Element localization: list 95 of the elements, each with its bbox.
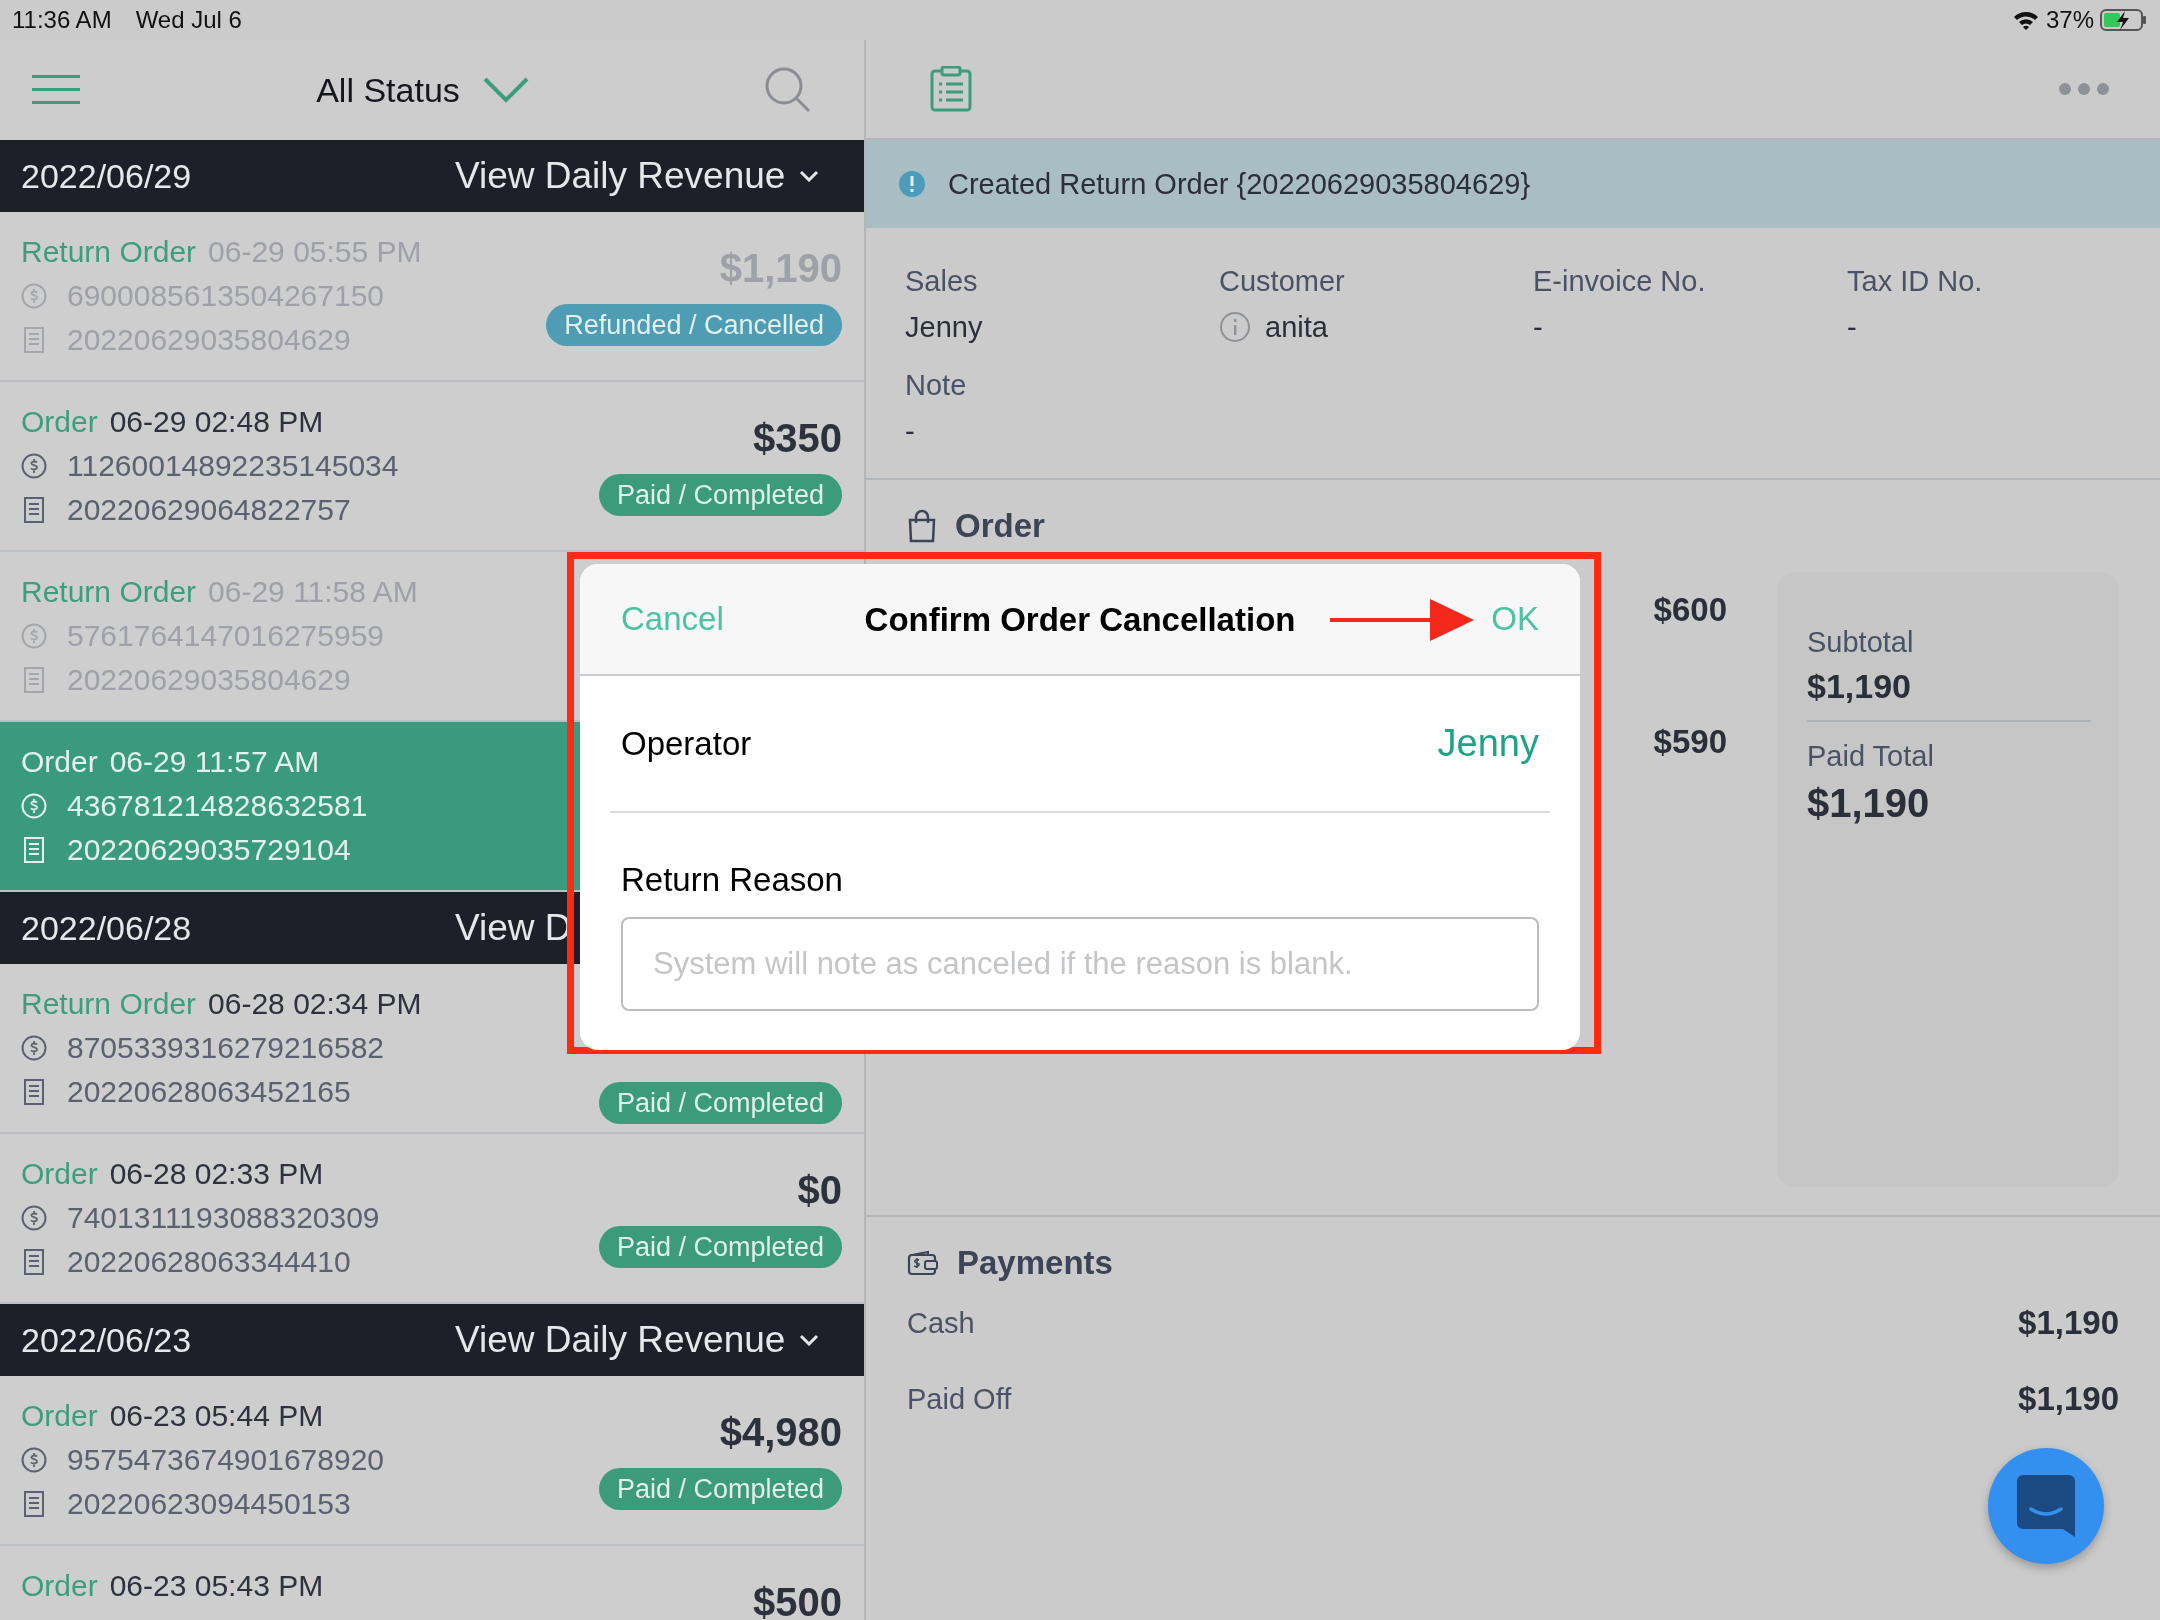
clock-time: 11:36 AM [12,6,112,34]
order-number: 20220629064822757 [67,493,351,527]
coin-icon [21,453,47,479]
transaction-number: 7401311193088320309 [67,1201,380,1235]
field-value: Jenny [905,310,983,345]
transaction-number: 436781214828632581 [67,789,368,823]
transaction-number: 8705339316279216582 [67,1031,384,1065]
receipt-icon [21,666,47,694]
order-time: 06-28 02:33 PM [109,1157,324,1191]
order-amount: $350 [753,416,842,462]
order-amount: $500 [753,1580,842,1620]
battery-percent: 37% [2045,6,2094,34]
chevron-down-icon[interactable] [799,1334,820,1346]
order-amount: $4,980 [719,1410,842,1456]
field-label: Note [905,368,968,403]
date-text: 2022/06/28 [21,908,193,948]
status-badge: Paid / Completed [598,474,842,516]
receipt-icon [21,1248,47,1276]
reason-input[interactable]: System will note as canceled if the reason is blank. [621,917,1539,1011]
receipt-icon [21,1078,47,1106]
search-icon[interactable] [764,66,812,114]
operator-label: Operator [621,724,752,763]
transaction-number: 11260014892235145034 [67,449,399,483]
coin-icon [21,793,47,819]
clipboard-list-icon[interactable] [928,66,974,112]
order-time: 06-29 02:48 PM [109,405,324,439]
field-value: anita [1265,310,1328,345]
field-label: E-invoice No. [1533,264,1707,299]
revenue-link[interactable]: View Daily Revenue [455,155,786,197]
field-label: Sales [905,264,979,299]
operator-value: Jenny [1437,722,1539,765]
item-amount: $600 [1653,590,1727,630]
field-value: - [905,414,915,449]
status-badge: Paid / Completed [598,1226,842,1268]
revenue-link[interactable]: View Daily Revenue [455,1319,786,1361]
transaction-number: 9575473674901678920 [67,1443,384,1477]
receipt-icon [21,1490,47,1518]
coin-icon [21,1035,47,1061]
payment-amount: $1,190 [2018,1304,2119,1342]
menu-icon[interactable] [32,73,82,107]
order-amount: $0 [797,1168,842,1214]
info-icon [898,170,926,198]
order-type: Order [21,1569,98,1603]
more-icon[interactable] [2058,82,2110,96]
order-type: Return Order [21,987,197,1021]
order-number: 20220623094450153 [67,1487,351,1521]
date-text: 2022/06/23 [21,1320,193,1360]
payment-amount: $1,190 [2018,1380,2119,1418]
order-number: 20220628063344410 [67,1245,351,1279]
coin-icon [21,1447,47,1473]
field-value: - [1847,310,1857,345]
order-type: Order [21,1399,98,1433]
chevron-down-icon[interactable] [799,170,820,182]
item-amount: $590 [1653,722,1727,762]
status-filter[interactable]: All Status [316,70,460,110]
section-title: Payments [957,1244,1113,1282]
date-text: Wed Jul 6 [135,6,242,34]
order-type: Order [21,1157,98,1191]
field-label: Tax ID No. [1847,264,1984,299]
summary-label: Paid Total [1807,740,1935,773]
status-badge: Paid / Completed [598,1082,842,1124]
shopping-bag-icon [907,509,937,543]
info-outline-icon[interactable] [1219,311,1251,343]
notice-text: Created Return Order {20220629035804629} [948,167,1531,201]
order-time: 06-23 05:44 PM [109,1399,324,1433]
order-time: 06-28 02:34 PM [208,987,422,1021]
section-title: Order [955,507,1045,545]
receipt-icon [21,496,47,524]
receipt-icon [21,836,47,864]
dialog-title: Confirm Order Cancellation [864,601,1296,639]
payment-label: Paid Off [907,1382,1012,1416]
battery-charging-icon [2100,8,2148,32]
order-type: Return Order [21,235,197,269]
order-type: Order [21,745,98,779]
summary-value: $1,190 [1807,781,1931,826]
field-label: Customer [1219,264,1346,299]
status-badge: Refunded / Cancelled [546,304,842,346]
coin-icon [21,1205,47,1231]
coin-icon [21,283,47,309]
order-time: 06-29 11:57 AM [109,745,320,779]
payment-label: Cash [907,1306,975,1340]
receipt-icon [21,326,47,354]
summary-value: $1,190 [1807,667,1912,706]
chat-bubble-icon [2017,1475,2075,1537]
order-type: Return Order [21,575,197,609]
wallet-icon [907,1250,939,1276]
coin-icon [21,623,47,649]
field-value: - [1533,310,1543,345]
status-badge: Paid / Completed [598,1468,842,1510]
order-type: Order [21,405,98,439]
date-text: 2022/06/29 [21,156,193,196]
order-number: 20220628063452165 [67,1075,351,1109]
order-number: 20220629035729104 [67,833,351,867]
summary-label: Subtotal [1807,626,1915,659]
order-time: 06-23 05:43 PM [109,1569,324,1603]
